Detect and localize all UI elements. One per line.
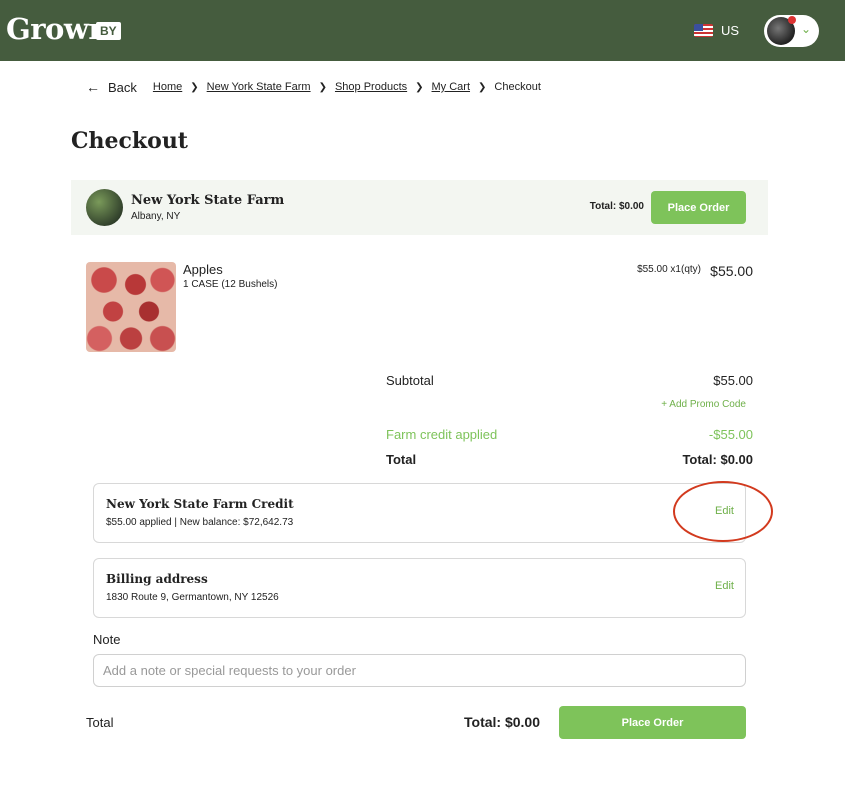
farm-location: Albany, NY [131,211,181,222]
product-name: Apples [183,262,223,277]
back-label: Back [108,80,137,95]
product-price: $55.00 [710,263,753,279]
breadcrumb-current: Checkout [494,81,541,93]
note-input[interactable] [93,654,746,687]
chevron-right-icon: ❯ [318,81,327,93]
farm-name[interactable]: New York State Farm [131,193,284,208]
logo-by-badge: BY [96,22,121,40]
subtotal-label: Subtotal [386,373,434,388]
add-promo-code-link[interactable]: + Add Promo Code [661,399,746,410]
breadcrumb: ← Back Home ❯ New York State Farm ❯ Shop … [86,79,541,95]
breadcrumb-shop-products[interactable]: Shop Products [335,81,407,93]
place-order-button-bottom[interactable]: Place Order [559,706,746,739]
footer-total-value: Total: $0.00 [464,714,540,730]
page-title: Checkout [71,128,188,154]
region-selector[interactable]: US [721,23,739,38]
billing-title: Billing address [106,572,208,586]
product-unit-qty: $55.00 x1(qty) [637,264,701,275]
chevron-down-icon: ⌄ [801,22,812,36]
footer-total-label: Total [86,715,114,730]
farm-credit-detail: $55.00 applied | New balance: $72,642.73 [106,517,294,528]
billing-address: 1830 Route 9, Germantown, NY 12526 [106,592,279,603]
note-label: Note [93,632,121,647]
chevron-right-icon: ❯ [478,81,487,93]
arrow-left-icon: ← [86,79,100,95]
total-value: Total: $0.00 [682,452,753,467]
chevron-right-icon: ❯ [415,81,424,93]
notification-dot [788,16,796,24]
billing-address-card: Billing address 1830 Route 9, Germantown… [93,558,746,618]
breadcrumb-farm[interactable]: New York State Farm [207,81,311,93]
farm-avatar [86,189,123,226]
highlight-annotation [673,481,773,542]
breadcrumb-my-cart[interactable]: My Cart [432,81,471,93]
product-variant: 1 CASE (12 Bushels) [183,279,278,290]
farm-credit-card: New York State Farm Credit $55.00 applie… [93,483,746,543]
farm-credit-title: New York State Farm Credit [106,497,294,511]
edit-billing-button[interactable]: Edit [715,580,734,592]
farm-order-total: Total: $0.00 [589,201,644,212]
back-button[interactable]: ← Back [86,79,137,95]
us-flag-icon[interactable] [694,24,713,37]
breadcrumb-home[interactable]: Home [153,81,182,93]
total-label: Total [386,452,417,467]
subtotal-value: $55.00 [713,373,753,388]
chevron-right-icon: ❯ [190,81,199,93]
top-nav-bar: Grown BY US ⌄ [0,0,845,61]
farm-credit-label: Farm credit applied [386,427,498,442]
place-order-button[interactable]: Place Order [651,191,746,224]
farm-order-bar: New York State Farm Albany, NY Total: $0… [71,180,768,235]
grownby-logo[interactable]: Grown [6,12,109,46]
farm-credit-value: -$55.00 [708,427,753,442]
product-image [86,262,176,352]
user-menu-button[interactable]: ⌄ [764,15,819,47]
